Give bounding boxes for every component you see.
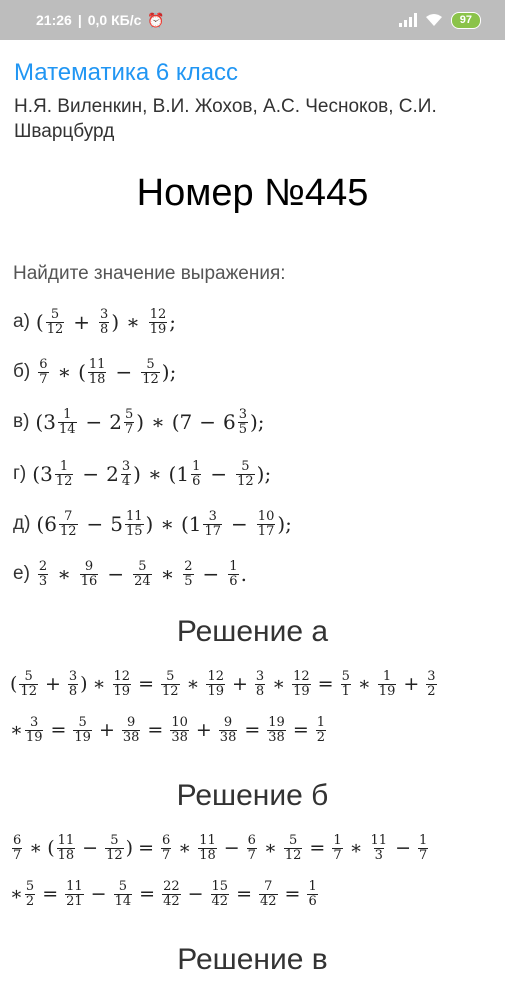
status-time: 21:26: [36, 12, 72, 28]
task-item-c: в) (3 1 14 − 2 5 7) ∗ (7−6 3 5);: [13, 400, 265, 444]
status-bar: 21:26 | 0,0 КБ/с ⏰ 97: [0, 0, 505, 40]
math-expression: (3 1 14 − 2 5 7) ∗ (7−6 3 5);: [35, 406, 265, 437]
signal-icon: [398, 13, 417, 27]
task-item-b: б) 67 ∗ (11 18 − 5 12);: [13, 350, 176, 394]
task-item-f: е) 23 ∗ 9 16 − 5 24 ∗ 25 − 16.: [13, 552, 247, 596]
math-expression: (6 7 12 − 5 11 15) ∗ (1 3 17 − 10 17);: [36, 508, 292, 539]
solution-a-line1: (5 12 +3 8) ∗ 12 19 = 5 12 ∗ 12 19 +3 8 ∗ 12 19 = 5 1 ∗ 1 19 +3 2: [10, 668, 437, 699]
task-item-e: д) (6 7 12 − 5 11 15) ∗ (1 3 17 − 10 17);: [13, 502, 292, 546]
solution-a-title: Решение а: [176, 615, 329, 648]
page-title: Математика 6 класс: [14, 59, 239, 86]
math-expression: (3 1 12 − 2 3 4) ∗ (1 1 6 − 5 12);: [32, 458, 272, 489]
math-expression: 67 ∗ (11 18 − 5 12);: [38, 356, 177, 387]
task-item-a: а) (5 12 + 3 8) ∗ 12 19;: [13, 300, 176, 344]
alarm-icon: ⏰: [147, 11, 165, 28]
task-text: Найдите значение выражения:: [13, 263, 286, 284]
solution-a-line2: ∗ 3 19 = 5 19 +9 38 = 10 38 +9 38 = 19 38 = 1 2: [10, 714, 327, 745]
solution-b-title: Решение б: [176, 779, 329, 812]
solution-b-line1: 6 7 ∗(11 18−5 12) = 6 7 ∗ 11 18−6 7 ∗ 5 12 = 1 7 ∗ 11 3−1 7: [12, 832, 429, 863]
status-separator: |: [77, 12, 82, 28]
problem-title: Номер №445: [136, 172, 369, 214]
wifi-icon: [425, 14, 442, 26]
solution-c-title: Решение в: [177, 943, 328, 976]
solution-b-line2: ∗ 5 2 = 11 21−5 14 = 22 42−15 42 = 7 42 = 1 6: [10, 878, 318, 909]
task-item-d: г) (3 1 12 − 2 3 4) ∗ (1 1 6 − 5 12);: [13, 452, 271, 496]
task-label: е): [13, 563, 30, 584]
math-expression: (5 12 + 3 8) ∗ 12 19;: [35, 306, 177, 337]
status-speed: 0,0 КБ/с: [87, 12, 142, 28]
task-label: в): [13, 411, 30, 432]
task-label: г): [13, 463, 27, 484]
authors: Н.Я. Виленкин, В.И. Жохов, А.С. Чесноков…: [14, 96, 437, 142]
task-label: д): [13, 513, 31, 534]
battery-icon: 97: [450, 11, 481, 29]
task-label: б): [13, 361, 31, 382]
task-label: а): [13, 311, 30, 332]
math-expression: 23 ∗ 9 16 − 5 24 ∗ 25 − 16.: [37, 558, 247, 589]
